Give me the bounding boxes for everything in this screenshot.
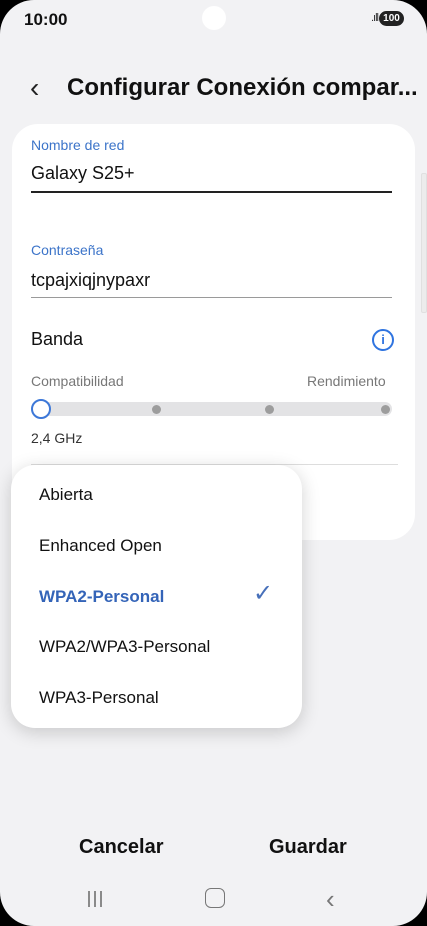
front-camera-icon: [202, 6, 226, 30]
signal-icon: .ıll: [371, 12, 379, 24]
phone-screen: 10:00 .ıll 100 ‹ Configurar Conexión com…: [0, 0, 427, 926]
band-slider-dot: [152, 405, 161, 414]
cancel-button[interactable]: Cancelar: [79, 836, 164, 859]
band-slider-thumb[interactable]: [31, 399, 51, 419]
band-slider[interactable]: [31, 402, 392, 416]
back-icon[interactable]: ‹: [326, 886, 335, 912]
security-option[interactable]: Enhanced Open: [11, 521, 302, 571]
page-header: ‹ Configurar Conexión compar...: [0, 64, 427, 112]
back-button[interactable]: ‹: [30, 74, 39, 102]
password-input[interactable]: tcpajxiqjnypaxr: [31, 270, 150, 291]
network-name-label: Nombre de red: [31, 137, 125, 153]
security-dropdown-menu: Abierta Enhanced Open WPA2-Personal ✓ WP…: [11, 465, 302, 728]
password-label: Contraseña: [31, 242, 104, 258]
network-name-input[interactable]: Galaxy S25+: [31, 163, 135, 184]
network-name-underline: [31, 191, 392, 193]
security-option[interactable]: WPA2/WPA3-Personal: [11, 622, 302, 672]
page-title: Configurar Conexión compar...: [67, 74, 418, 101]
band-label: Banda: [31, 329, 84, 349]
band-slider-dot: [265, 405, 274, 414]
password-underline: [31, 297, 392, 298]
battery-icon: 100: [379, 11, 404, 26]
security-option[interactable]: Abierta: [11, 470, 302, 520]
save-button[interactable]: Guardar: [269, 836, 347, 859]
band-performance-label: Rendimiento: [307, 373, 386, 389]
info-icon[interactable]: i: [372, 329, 394, 351]
scrollbar[interactable]: [421, 173, 427, 313]
home-icon[interactable]: [205, 888, 225, 908]
system-navigation-bar: ‹: [0, 880, 427, 926]
recent-apps-icon[interactable]: [88, 891, 103, 909]
security-option[interactable]: WPA3-Personal: [11, 673, 302, 723]
band-slider-dot: [381, 405, 390, 414]
band-compatibility-label: Compatibilidad: [31, 373, 124, 389]
band-selected-value: 2,4 GHz: [31, 430, 83, 446]
status-time: 10:00: [24, 10, 68, 29]
status-bar: 10:00 .ıll 100: [0, 0, 427, 40]
check-icon: ✓: [253, 580, 274, 607]
